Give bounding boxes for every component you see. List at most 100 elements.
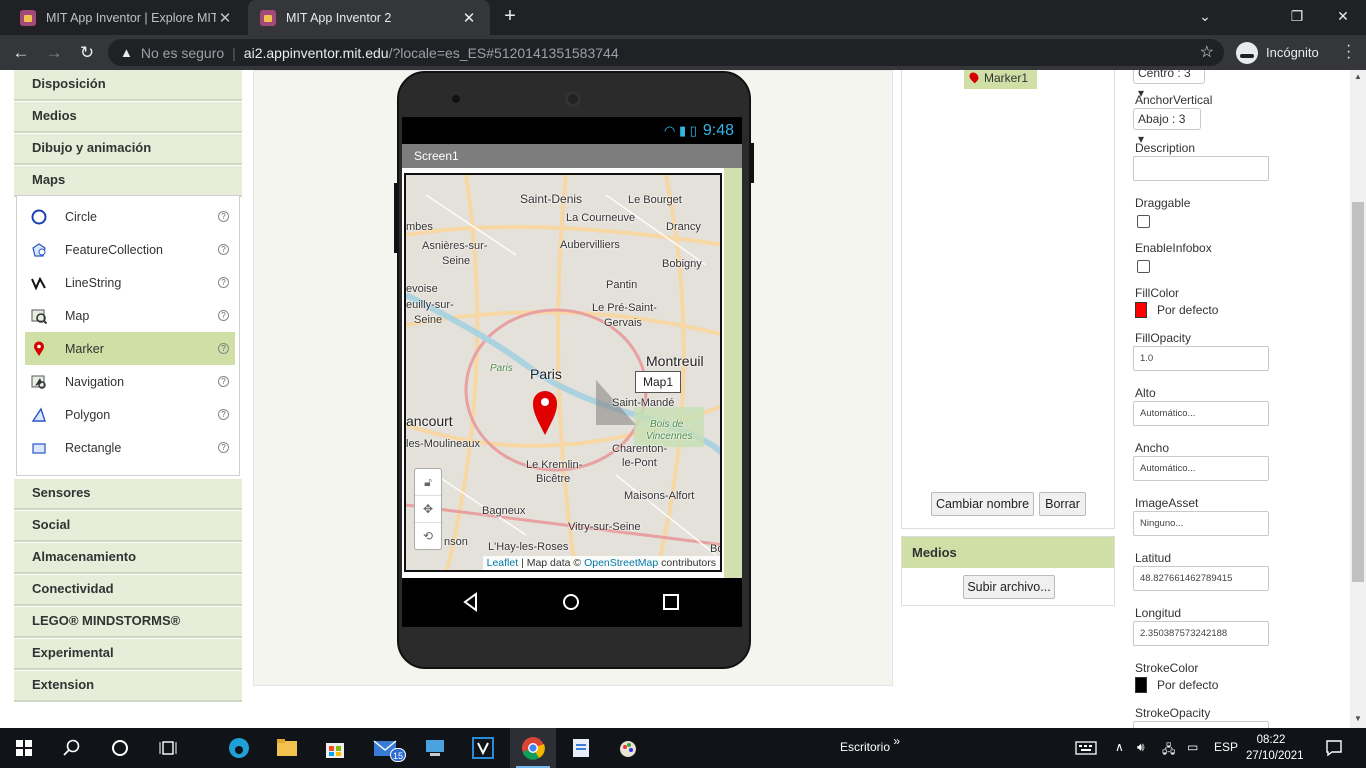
reset-icon[interactable]: ⟲ — [415, 523, 441, 550]
page-scrollbar[interactable]: ▲ ▼ — [1350, 70, 1366, 728]
lock-icon[interactable]: 🔓︎ — [415, 469, 441, 496]
language-indicator[interactable]: ESP — [1214, 740, 1238, 754]
image-asset-input[interactable]: Ninguno... — [1133, 511, 1269, 536]
alto-input[interactable]: Automático... — [1133, 401, 1269, 426]
category-almacenamiento[interactable]: Almacenamiento — [14, 543, 242, 574]
help-icon[interactable]: ? — [218, 244, 229, 255]
pan-icon[interactable]: ✥ — [415, 496, 441, 523]
notepad-icon[interactable] — [567, 734, 595, 762]
store-icon[interactable] — [321, 734, 349, 762]
edge-icon[interactable] — [225, 734, 253, 762]
help-icon[interactable]: ? — [218, 376, 229, 387]
restore-button[interactable]: ❐ — [1274, 0, 1320, 35]
close-icon[interactable]: ✕ — [216, 9, 234, 27]
leaflet-link[interactable]: Leaflet — [487, 557, 519, 569]
palette-item-linestring[interactable]: LineString ? — [25, 266, 235, 299]
help-icon[interactable]: ? — [218, 343, 229, 354]
forward-arrow-icon[interactable]: → — [41, 40, 67, 66]
new-tab-button[interactable]: + — [498, 5, 522, 29]
reload-icon[interactable]: ↻ — [74, 40, 100, 66]
taskbar-clock[interactable]: 08:22 27/10/2021 — [1246, 732, 1304, 764]
palette-item-featurecollection[interactable]: FeatureCollection ? — [25, 233, 235, 266]
fill-color-picker[interactable]: Por defecto — [1135, 302, 1218, 318]
category-social[interactable]: Social — [14, 511, 242, 542]
stroke-color-picker[interactable]: Por defecto — [1135, 677, 1218, 693]
help-icon[interactable]: ? — [218, 409, 229, 420]
show-hidden-icons-icon[interactable]: ∧ — [1115, 740, 1124, 754]
scroll-down-icon[interactable]: ▼ — [1350, 714, 1366, 723]
help-icon[interactable]: ? — [218, 277, 229, 288]
category-lego-mindstorms[interactable]: LEGO® MINDSTORMS® — [14, 607, 242, 638]
back-arrow-icon[interactable]: ← — [8, 40, 34, 66]
windows-start-icon[interactable] — [10, 734, 38, 762]
network-icon[interactable]: 🖧︎ — [1162, 740, 1175, 761]
ancho-input[interactable]: Automático... — [1133, 456, 1269, 481]
map-label: Bicêtre — [536, 473, 571, 485]
description-input[interactable] — [1133, 156, 1269, 181]
desktop-toolbar[interactable]: Escritorio » — [840, 734, 900, 754]
notification-icon[interactable] — [1320, 734, 1348, 762]
longitud-input[interactable]: 2.350387573242188 — [1133, 621, 1269, 646]
pc-app-icon[interactable] — [421, 734, 449, 762]
category-dibujo-animacion[interactable]: Dibujo y animación — [14, 134, 242, 165]
map1-component[interactable]: Saint-Denis Le Bourget La Courneuve Dran… — [404, 173, 722, 572]
help-icon[interactable]: ? — [218, 442, 229, 453]
draggable-label: Draggable — [1135, 196, 1191, 210]
fill-color-swatch — [1135, 302, 1147, 318]
file-explorer-icon[interactable] — [273, 734, 301, 762]
close-window-button[interactable]: ✕ — [1320, 0, 1366, 35]
keyboard-icon[interactable] — [1072, 734, 1100, 762]
close-icon[interactable]: ✕ — [460, 9, 478, 27]
battery-icon[interactable]: ▭ — [1187, 740, 1198, 754]
enable-infobox-checkbox[interactable] — [1137, 260, 1150, 273]
palette-item-map[interactable]: Map ? — [25, 299, 235, 332]
help-icon[interactable]: ? — [218, 310, 229, 321]
category-disposicion[interactable]: Disposición — [14, 70, 242, 101]
palette-item-marker[interactable]: Marker ? — [25, 332, 235, 365]
draggable-checkbox[interactable] — [1137, 215, 1150, 228]
paint-icon[interactable] — [615, 734, 643, 762]
tab-explore-mit[interactable]: MIT App Inventor | Explore MIT A ✕ — [8, 0, 246, 35]
category-medios[interactable]: Medios — [14, 102, 242, 133]
help-icon[interactable]: ? — [218, 211, 229, 222]
tree-item-marker1[interactable]: Marker1 — [964, 70, 1037, 89]
browser-menu-icon[interactable]: · · · — [1346, 38, 1351, 66]
palette-item-polygon[interactable]: Polygon ? — [25, 398, 235, 431]
anchor-horizontal-select[interactable]: Centro : 3 ▾ — [1133, 70, 1205, 100]
category-experimental[interactable]: Experimental — [14, 639, 242, 670]
mail-icon[interactable]: 15 — [372, 734, 406, 762]
bookmark-star-icon[interactable]: ☆ — [1200, 42, 1214, 62]
marker-pin-icon[interactable] — [532, 389, 572, 439]
cortana-icon[interactable] — [106, 734, 134, 762]
minimize-button[interactable]: ⌄ — [1182, 0, 1228, 35]
delete-button[interactable]: Borrar — [1039, 492, 1086, 516]
category-extension[interactable]: Extension — [14, 671, 242, 702]
category-sensores[interactable]: Sensores — [14, 479, 242, 510]
rename-button[interactable]: Cambiar nombre — [931, 492, 1034, 516]
volume-icon[interactable]: 🔊︎ — [1137, 740, 1145, 755]
latitud-input[interactable]: 48.827661462789415 — [1133, 566, 1269, 591]
scrollbar-thumb[interactable] — [1352, 202, 1364, 582]
palette-item-rectangle[interactable]: Rectangle ? — [25, 431, 235, 464]
tab-app-inventor-2[interactable]: MIT App Inventor 2 ✕ — [248, 0, 490, 35]
search-icon[interactable] — [58, 734, 86, 762]
category-conectividad[interactable]: Conectividad — [14, 575, 242, 606]
upload-file-button[interactable]: Subir archivo... — [963, 575, 1055, 599]
category-maps[interactable]: Maps — [14, 166, 242, 197]
task-view-icon[interactable] — [154, 734, 182, 762]
address-bar[interactable]: ▲ No es seguro | ai2.appinventor.mit.edu… — [108, 39, 1224, 66]
scroll-up-icon[interactable]: ▲ — [1350, 72, 1366, 81]
fill-opacity-input[interactable]: 1.0 — [1133, 346, 1269, 371]
incognito-profile[interactable]: Incógnito — [1232, 39, 1352, 66]
palette-item-circle[interactable]: Circle ? — [25, 200, 235, 233]
map-label: Maisons-Alfort — [624, 490, 695, 502]
screen-title-bar[interactable]: Screen1 — [402, 144, 742, 168]
phone-status-bar: ◠ ▮ ▯ 9:48 — [402, 117, 742, 144]
palette-item-navigation[interactable]: Navigation ? — [25, 365, 235, 398]
visual-studio-icon[interactable] — [469, 734, 497, 762]
screen-selection-strip — [724, 168, 742, 578]
osm-link[interactable]: OpenStreetMap — [584, 557, 658, 569]
stroke-opacity-input[interactable] — [1133, 721, 1269, 728]
chrome-icon[interactable] — [519, 734, 547, 762]
anchor-vertical-select[interactable]: Abajo : 3 ▾ — [1133, 108, 1201, 146]
